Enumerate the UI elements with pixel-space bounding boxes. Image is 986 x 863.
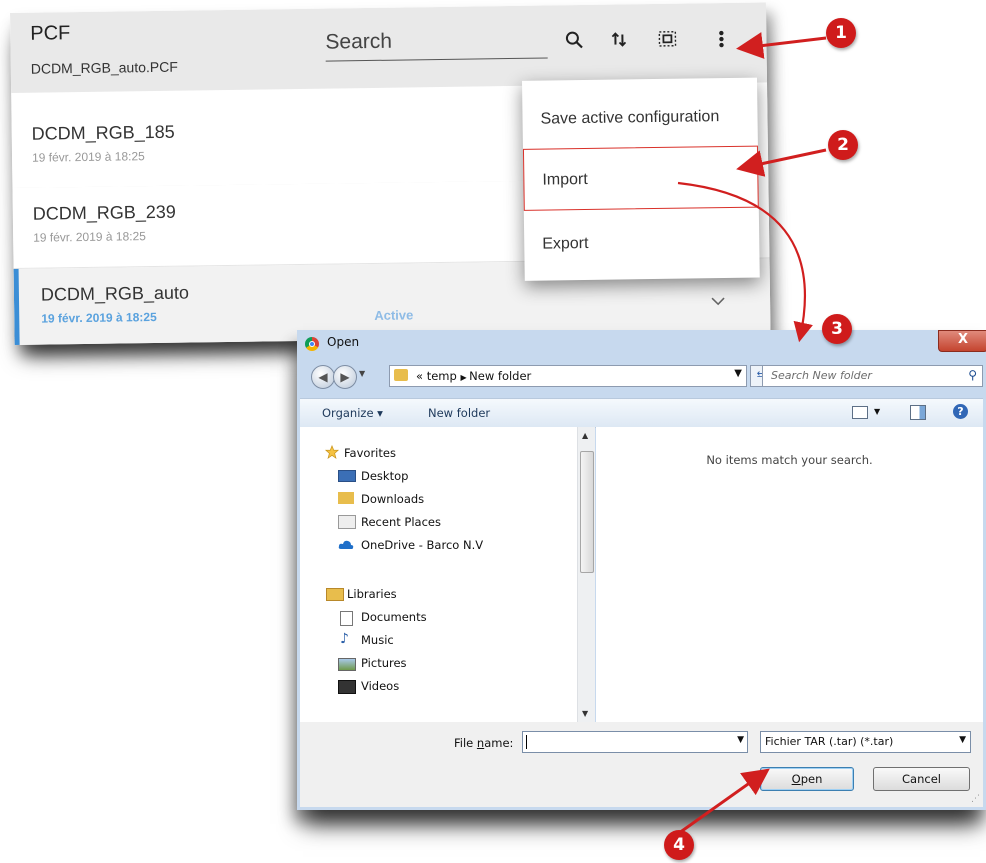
callout-3: 3 (822, 314, 852, 344)
arrow-4 (671, 768, 770, 840)
callout-1: 1 (826, 18, 856, 48)
callout-2: 2 (828, 130, 858, 160)
callout-4: 4 (664, 830, 694, 860)
arrow-3 (677, 181, 813, 343)
arrow-2 (736, 148, 827, 177)
annotation-arrows (671, 32, 827, 840)
arrow-1 (736, 32, 827, 59)
